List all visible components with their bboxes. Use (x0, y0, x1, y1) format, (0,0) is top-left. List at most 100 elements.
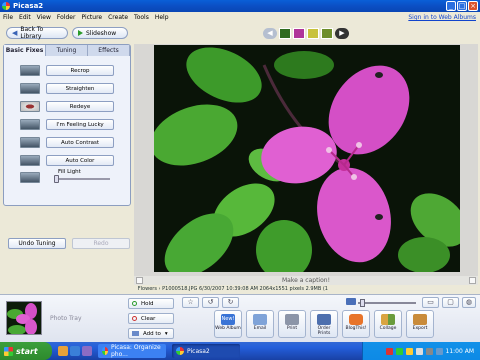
web-album-button[interactable]: New! Web Album (214, 310, 242, 338)
clear-icon (132, 316, 137, 321)
close-button[interactable]: × (468, 1, 478, 11)
title-bar: Picasa2 _ □ × (0, 0, 480, 12)
menu-file[interactable]: File (0, 14, 16, 21)
photo-tray-label: Photo Tray (50, 315, 82, 322)
back-to-library-label: Back To Library (20, 26, 44, 40)
maximize-button[interactable]: □ (457, 1, 467, 11)
tray-icon[interactable] (405, 347, 413, 355)
hold-button[interactable]: Hold (128, 298, 174, 309)
filmstrip-thumb[interactable] (293, 28, 305, 39)
tray-icon[interactable] (395, 347, 403, 355)
recrop-icon (20, 64, 40, 76)
clear-label: Clear (141, 315, 156, 322)
fill-light-slider-track[interactable] (56, 178, 110, 180)
print-label: Print (286, 326, 298, 331)
chevron-down-icon: ▾ (164, 330, 168, 337)
picasa-task-icon (176, 347, 184, 355)
filmstrip-thumb[interactable] (279, 28, 291, 39)
blogthis-label: BlogThis! (345, 326, 367, 331)
straighten-button[interactable]: Straighten (46, 82, 114, 94)
email-button[interactable]: Email (246, 310, 274, 338)
menu-view[interactable]: View (34, 14, 54, 21)
tray-icon[interactable] (435, 347, 443, 355)
filmstrip-thumb[interactable] (307, 28, 319, 39)
view-mode-icon: ▭ (427, 298, 434, 306)
email-icon (253, 314, 267, 325)
tray-icon[interactable] (425, 347, 433, 355)
rotate-left-button[interactable]: ↺ (202, 297, 219, 308)
printer-icon (285, 314, 299, 325)
menu-tools[interactable]: Tools (131, 14, 152, 21)
play-icon (78, 30, 83, 36)
menu-help[interactable]: Help (152, 14, 172, 21)
menu-edit[interactable]: Edit (16, 14, 34, 21)
caption-bar[interactable]: Make a caption! (134, 276, 478, 285)
collage-button[interactable]: Collage (374, 310, 402, 338)
caption-placeholder: Make a caption! (282, 277, 330, 284)
redo-button[interactable]: Redo (72, 238, 130, 249)
sign-in-web-albums-link[interactable]: Sign in to Web Albums (408, 14, 476, 21)
view-mode-button[interactable]: ▭ (422, 297, 439, 308)
system-tray: 11:00 AM (362, 342, 480, 360)
export-label: Export (412, 326, 428, 331)
caption-right-box[interactable] (469, 277, 476, 284)
fill-light-icon (20, 172, 40, 183)
hold-label: Hold (141, 300, 154, 307)
previous-photo-arrow-icon[interactable]: ◀ (263, 28, 277, 39)
order-prints-button[interactable]: Order Prints (310, 310, 338, 338)
back-to-library-button[interactable]: ◀ Back To Library (6, 26, 68, 40)
fit-view-icon: ▢ (447, 298, 454, 306)
filmstrip-thumb[interactable] (321, 28, 333, 39)
ie-icon[interactable] (70, 346, 80, 356)
slideshow-button[interactable]: Slideshow (72, 27, 128, 39)
add-to-button[interactable]: Add to ▾ (128, 328, 174, 339)
menu-create[interactable]: Create (105, 14, 131, 21)
zoom-slider-handle[interactable] (360, 299, 365, 307)
undo-tuning-button[interactable]: Undo Tuning (8, 238, 66, 249)
fill-light-slider-handle[interactable] (54, 175, 59, 183)
menu-picture[interactable]: Picture (78, 14, 105, 21)
auto-contrast-button[interactable]: Auto Contrast (46, 136, 114, 148)
main-photo[interactable] (154, 45, 460, 272)
recrop-button[interactable]: Recrop (46, 64, 114, 76)
auto-color-button[interactable]: Auto Color (46, 154, 114, 166)
taskbar-item-picasa-organize[interactable]: Picasa: Organize pho... (98, 344, 166, 358)
fit-view-button[interactable]: ▢ (442, 297, 459, 308)
firefox-icon[interactable] (58, 346, 68, 356)
collage-icon (381, 314, 395, 325)
start-label: start (16, 346, 38, 356)
rotate-left-icon: ↺ (207, 298, 214, 306)
blogthis-button[interactable]: BlogThis! (342, 310, 370, 338)
caption-left-box[interactable] (136, 277, 143, 284)
minimize-button[interactable]: _ (446, 1, 456, 11)
tray-icon[interactable] (415, 347, 423, 355)
tray-flower-image (7, 302, 41, 334)
tray-icon[interactable] (385, 347, 393, 355)
picasa-settings-button[interactable]: ◍ (462, 297, 476, 308)
next-photo-arrow-icon[interactable]: ▶ (335, 28, 349, 39)
tab-tuning[interactable]: Tuning (46, 45, 88, 56)
zoom-slider-track[interactable] (358, 302, 416, 304)
email-label: Email (253, 326, 267, 331)
add-to-label: Add to (143, 330, 161, 337)
export-button[interactable]: Export (406, 310, 434, 338)
hold-icon (132, 301, 137, 306)
star-button[interactable]: ☆ (182, 297, 199, 308)
feeling-lucky-button[interactable]: I'm Feeling Lucky (46, 118, 114, 130)
auto-contrast-icon (20, 136, 40, 148)
redeye-button[interactable]: Redeye (46, 100, 114, 112)
tab-basic-fixes[interactable]: Basic Fixes (4, 45, 46, 56)
menu-folder[interactable]: Folder (54, 14, 79, 21)
media-icon[interactable] (82, 346, 92, 356)
start-button[interactable]: start (0, 342, 52, 360)
print-button[interactable]: Print (278, 310, 306, 338)
tab-effects[interactable]: Effects (88, 45, 130, 56)
taskbar-item-picasa2[interactable]: Picasa2 (172, 344, 240, 358)
quick-launch (58, 346, 92, 356)
export-icon (413, 314, 427, 325)
windows-taskbar: start Picasa: Organize pho... Picasa2 11… (0, 342, 480, 360)
tool-row: I'm Feeling Lucky (20, 117, 116, 131)
rotate-right-button[interactable]: ↻ (222, 297, 239, 308)
tray-thumbnail[interactable] (6, 301, 42, 335)
clear-button[interactable]: Clear (128, 313, 174, 324)
